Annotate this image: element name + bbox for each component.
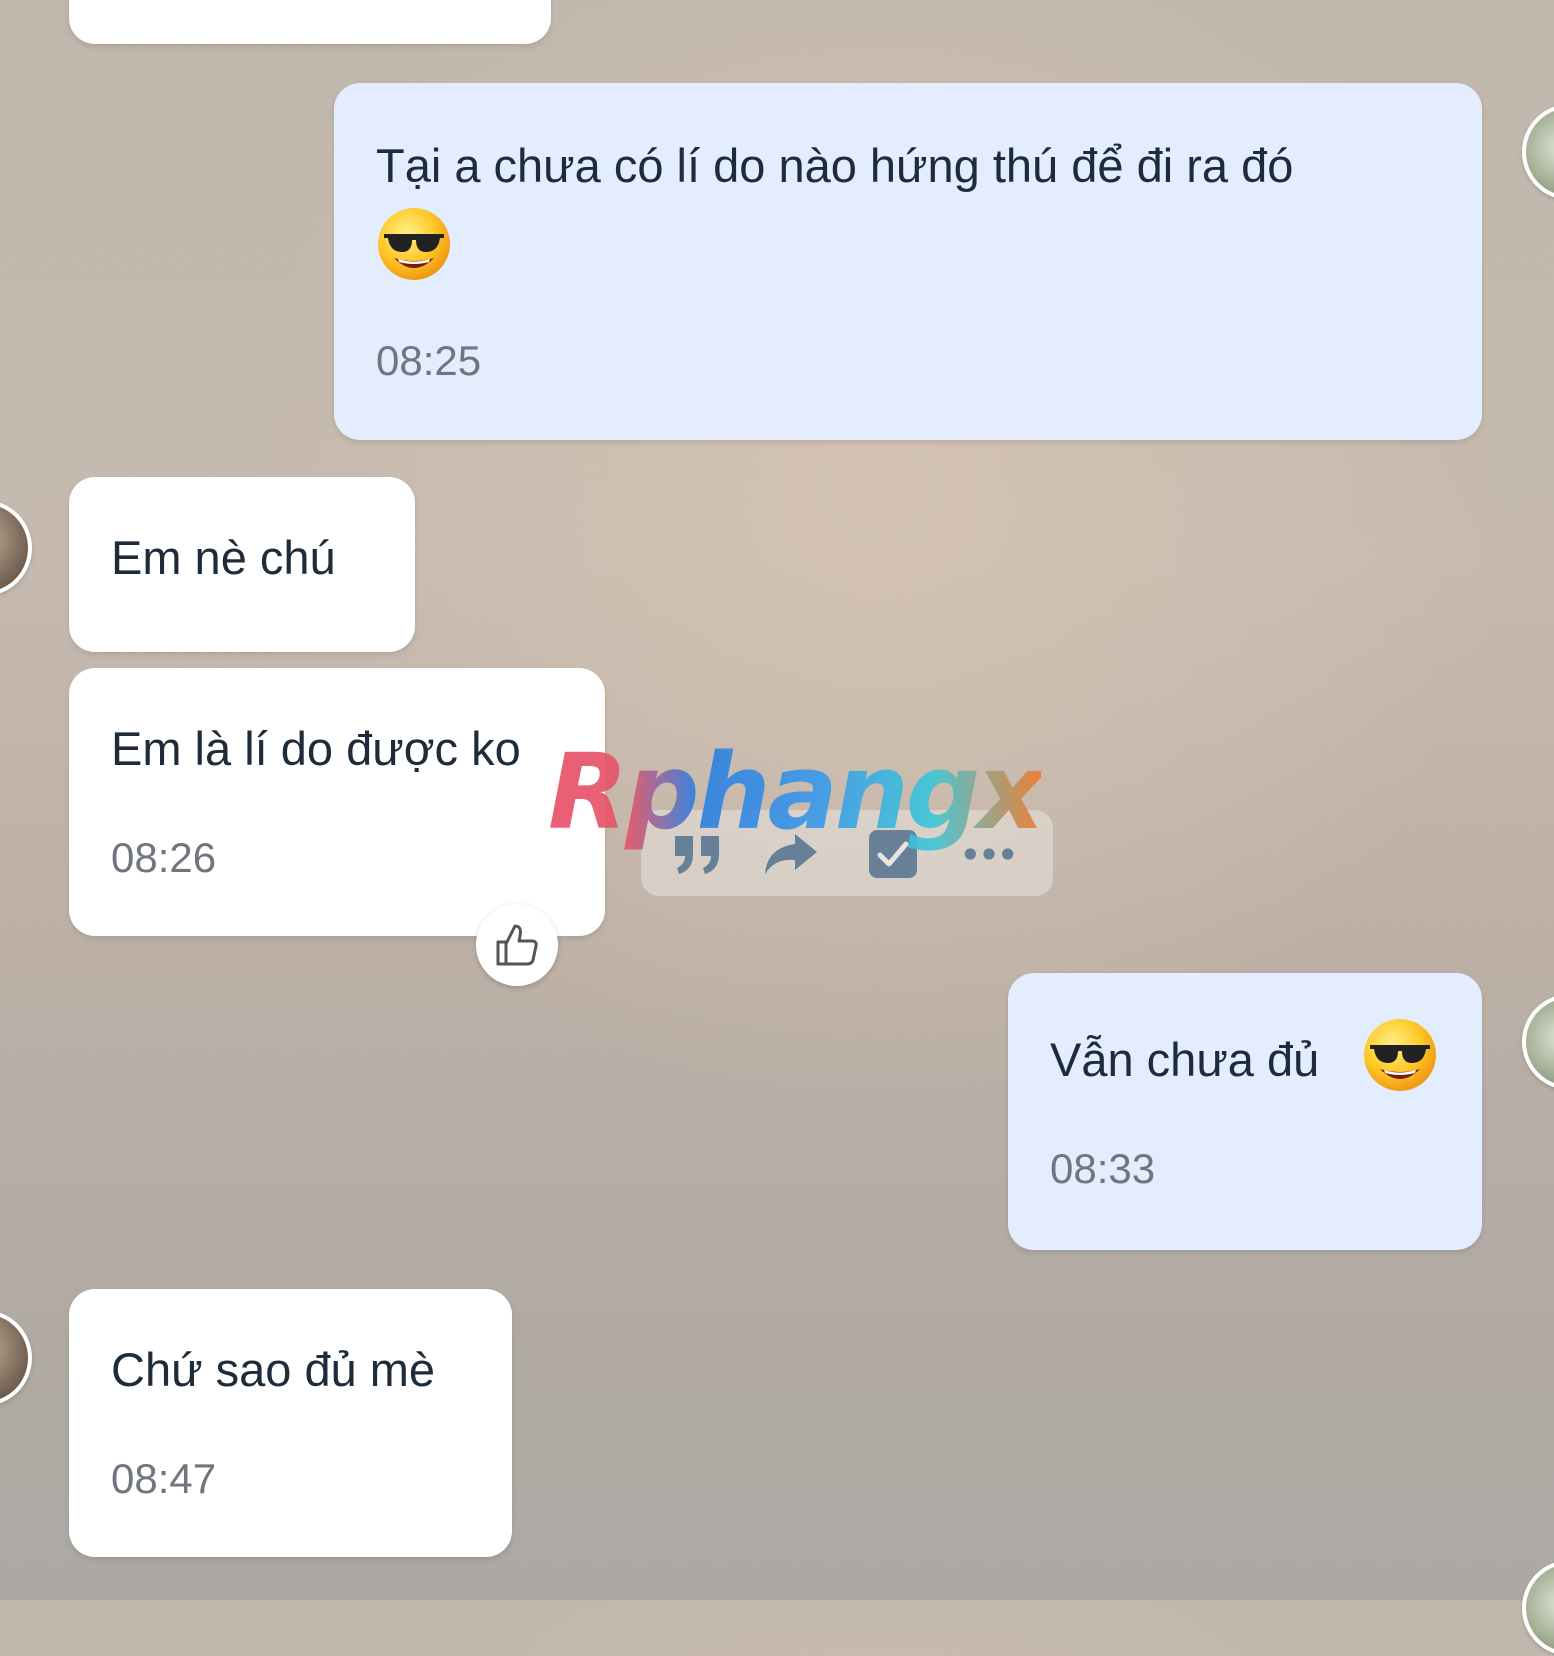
avatar[interactable] (1522, 994, 1554, 1090)
message-timestamp: 08:26 (111, 834, 217, 881)
message-bubble-incoming[interactable]: Chứ sao đủ mè 08:47 (69, 1289, 512, 1557)
message-bubble-outgoing[interactable]: Vẫn chưa đủ 08:33 (1008, 973, 1482, 1250)
avatar[interactable] (0, 1310, 32, 1406)
message-bubble-incoming[interactable]: Em là lí do được ko 08:26 (69, 668, 605, 936)
message-timestamp: 08:33 (1050, 1145, 1156, 1192)
avatar[interactable] (1522, 104, 1554, 200)
thumbs-up-icon (496, 924, 538, 966)
avatar[interactable] (0, 500, 32, 596)
select-button[interactable] (865, 826, 921, 882)
message-text: Vẫn chưa đủ (1050, 1033, 1320, 1086)
reaction-button[interactable] (476, 904, 558, 986)
message-text: Em là lí do được ko (111, 722, 521, 775)
sunglasses-emoji-icon (378, 208, 450, 280)
more-button[interactable] (961, 826, 1017, 882)
avatar[interactable] (1522, 1560, 1554, 1656)
message-text: Tại a chưa có lí do nào hứng thú để đi r… (376, 139, 1294, 192)
message-action-toolbar (641, 810, 1053, 896)
more-icon (964, 848, 1014, 860)
chat-messages-area[interactable]: Tại a chưa có lí do nào hứng thú để đi r… (0, 0, 1554, 1656)
message-bubble-incoming-partial[interactable] (69, 0, 551, 44)
quote-button[interactable] (671, 826, 727, 882)
checkbox-icon (869, 830, 917, 878)
message-bubble-outgoing[interactable]: Tại a chưa có lí do nào hứng thú để đi r… (334, 83, 1482, 440)
sunglasses-emoji-icon (1364, 1019, 1436, 1091)
forward-button[interactable] (763, 826, 819, 882)
quote-icon (675, 836, 719, 874)
message-text: Em nè chú (111, 531, 336, 584)
message-bubble-incoming[interactable]: Em nè chú (69, 477, 415, 652)
forward-icon (765, 834, 817, 874)
message-timestamp: 08:25 (376, 337, 482, 384)
message-text: Chứ sao đủ mè (111, 1343, 436, 1396)
message-timestamp: 08:47 (111, 1455, 217, 1502)
